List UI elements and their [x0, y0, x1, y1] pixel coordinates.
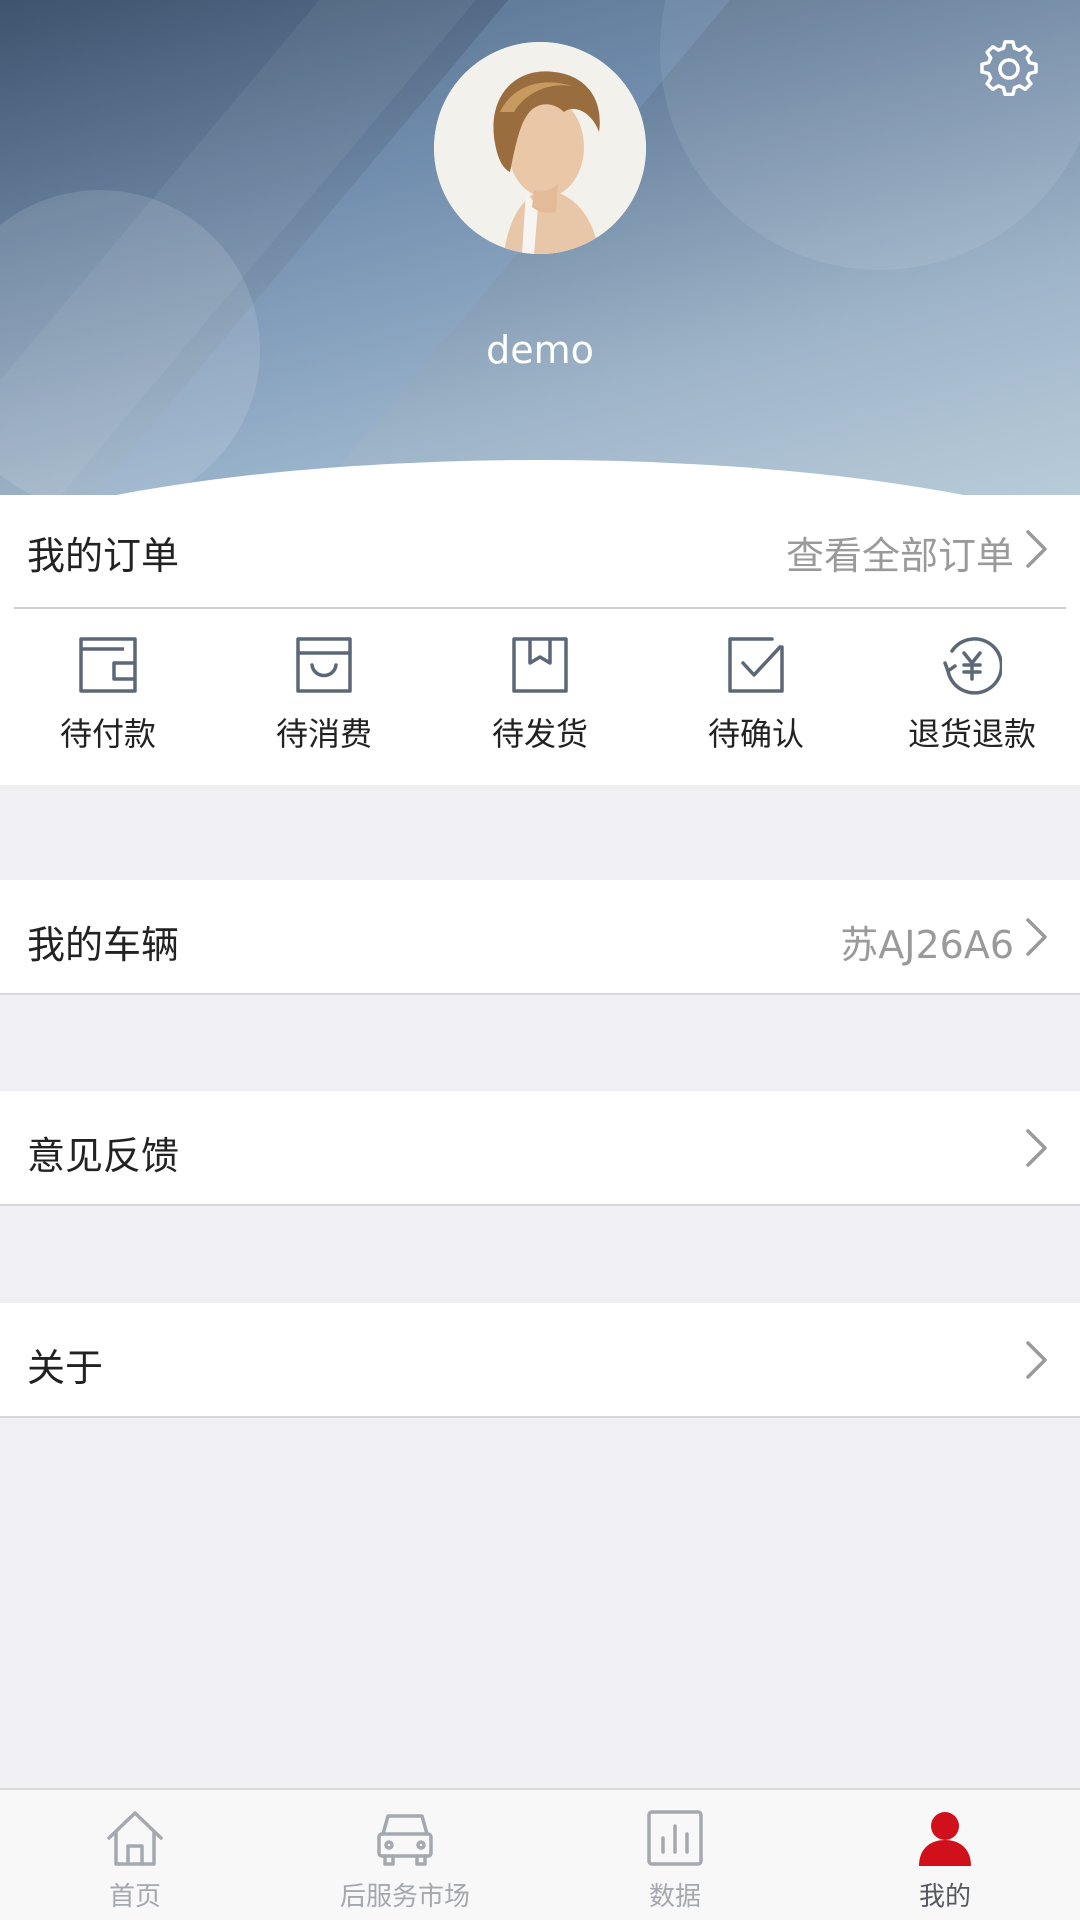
car-icon: [377, 1814, 433, 1866]
chevron-right-icon: [1026, 1129, 1047, 1167]
feedback-title: 意见反馈: [27, 1134, 180, 1178]
my-vehicle-row[interactable]: 我的车辆 苏AJ26A6: [0, 880, 1080, 995]
bar-chart-icon: [647, 1810, 703, 1866]
feedback-row[interactable]: 意见反馈: [0, 1091, 1080, 1206]
orders-title: 我的订单: [27, 534, 180, 578]
package-icon: [512, 637, 568, 693]
chevron-right-icon: [1026, 918, 1047, 956]
order-status-label: 待确认: [707, 715, 804, 753]
tab-label: 我的: [918, 1882, 971, 1912]
vehicle-plate: 苏AJ26A6: [840, 923, 1014, 967]
order-status-label: 退货退款: [907, 715, 1036, 753]
tab-label: 后服务市场: [339, 1882, 470, 1912]
order-status-label: 待付款: [59, 715, 156, 753]
chevron-right-icon[interactable]: [1024, 529, 1050, 569]
tab-label: 数据: [648, 1882, 701, 1912]
tab-home[interactable]: 首页: [0, 1808, 270, 1913]
gear-icon[interactable]: [980, 40, 1038, 98]
shopping-bag-icon: [296, 637, 352, 693]
orders-card: 我的订单 查看全部订单 待付款 待消费 待发货 待确认 退货退款: [0, 495, 1080, 785]
order-status-pending-payment[interactable]: 待付款: [0, 635, 216, 765]
check-box-icon: [728, 637, 784, 693]
tab-label: 首页: [108, 1882, 161, 1912]
user-icon: [919, 1812, 971, 1866]
my-vehicle-title: 我的车辆: [27, 923, 180, 967]
order-status-label: 待消费: [275, 715, 372, 753]
tab-aftermarket[interactable]: 后服务市场: [270, 1808, 540, 1913]
tab-mine[interactable]: 我的: [810, 1808, 1080, 1913]
order-status-pending-use[interactable]: 待消费: [216, 635, 432, 765]
bottom-tab-bar: 首页 后服务市场 数据 我的: [0, 1788, 1080, 1920]
avatar[interactable]: [434, 42, 646, 254]
order-status-label: 待发货: [491, 715, 588, 753]
order-status-pending-confirm[interactable]: 待确认: [648, 635, 864, 765]
refund-yen-icon: [943, 637, 1002, 695]
username: demo: [486, 328, 594, 372]
view-all-orders-link[interactable]: 查看全部订单: [786, 525, 1014, 580]
order-status-refund[interactable]: 退货退款: [864, 635, 1080, 765]
about-row[interactable]: 关于: [0, 1303, 1080, 1418]
chevron-right-icon: [1026, 1341, 1047, 1379]
order-status-pending-shipment[interactable]: 待发货: [432, 635, 648, 765]
profile-header: demo: [0, 0, 1080, 495]
divider: [14, 607, 1066, 609]
wallet-icon: [79, 637, 137, 693]
about-title: 关于: [27, 1346, 104, 1390]
tab-data[interactable]: 数据: [540, 1808, 810, 1913]
home-icon: [107, 1811, 163, 1866]
